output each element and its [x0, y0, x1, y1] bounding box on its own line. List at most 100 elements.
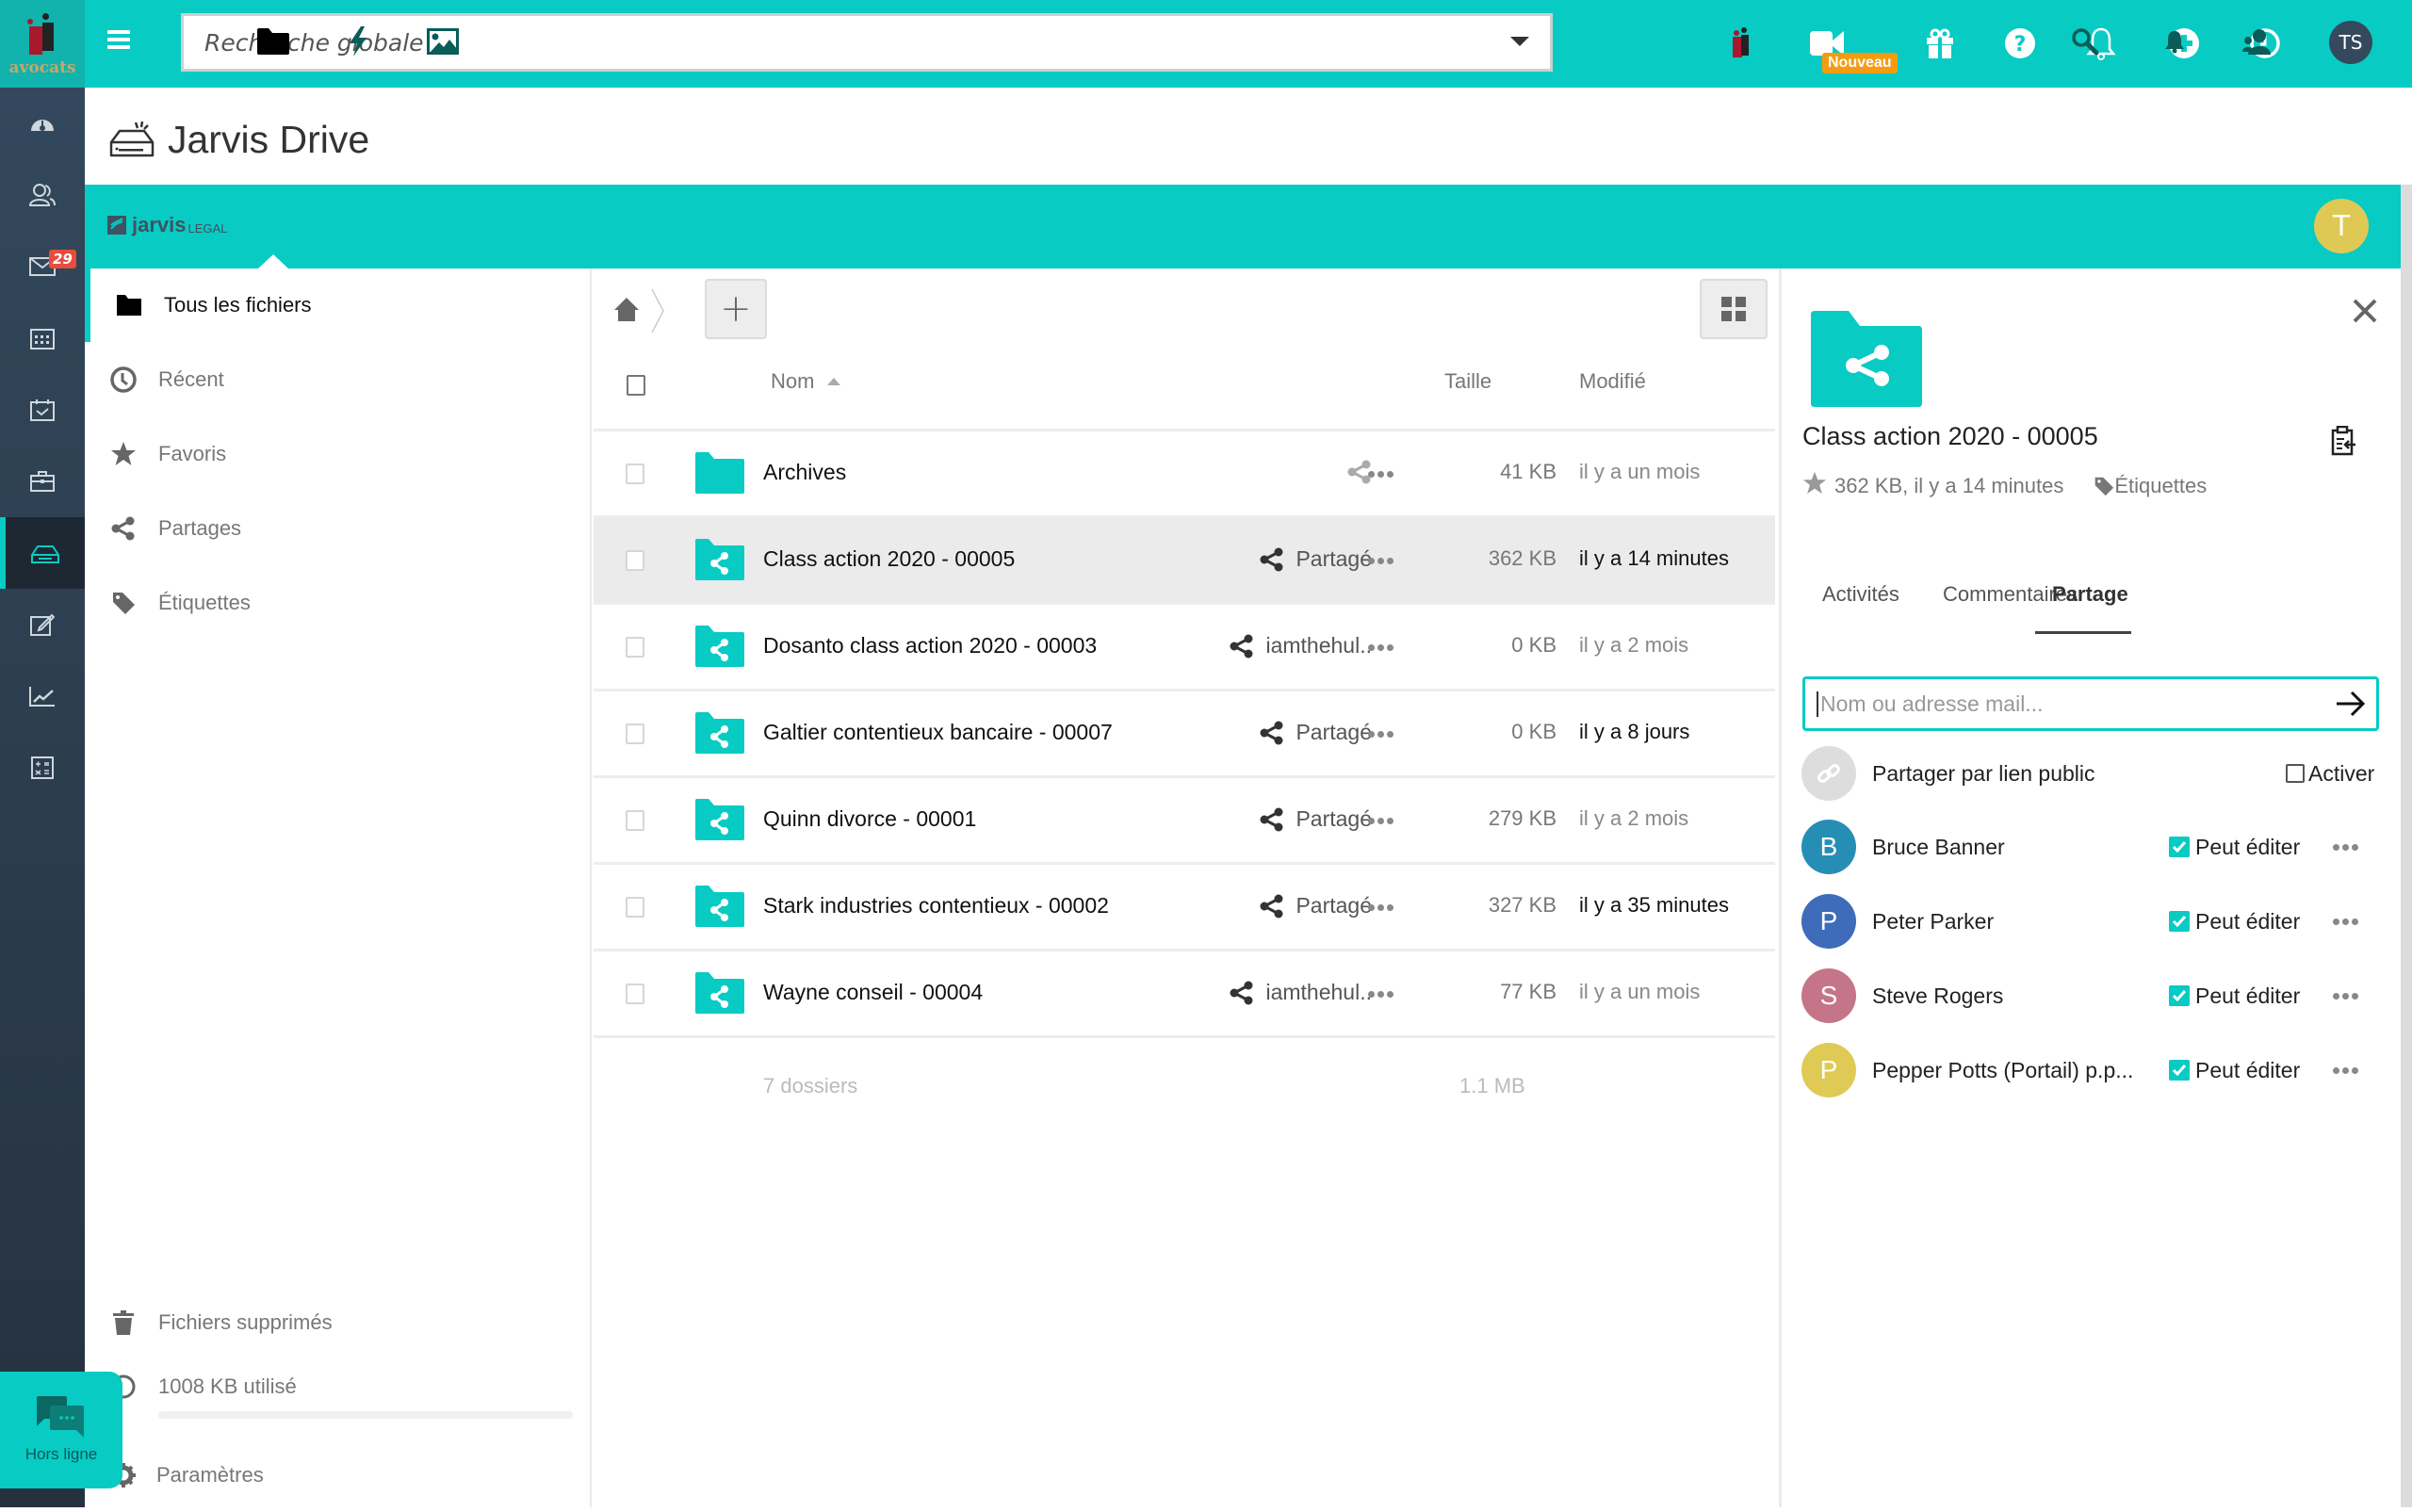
rail-item-notes[interactable] — [0, 589, 85, 660]
user-avatar[interactable]: TS — [2329, 21, 2372, 64]
page-scrollbar[interactable] — [2401, 185, 2412, 1507]
tab-sharing[interactable]: Partage — [2052, 582, 2128, 607]
sort-by-size[interactable]: Taille — [1444, 369, 1491, 394]
contacts-button[interactable] — [2241, 21, 2273, 62]
can-edit-toggle[interactable]: Peut éditer — [2169, 984, 2300, 1009]
more-actions-icon[interactable] — [1368, 818, 1394, 827]
can-edit-toggle[interactable]: Peut éditer — [2169, 835, 2300, 860]
row-checkbox[interactable] — [626, 550, 644, 571]
recipient-more-icon[interactable] — [2333, 992, 2358, 1000]
share-button[interactable]: Partagé — [1260, 806, 1372, 832]
grid-view-toggle[interactable] — [1700, 279, 1768, 339]
share-with-input[interactable] — [1817, 691, 2325, 717]
file-row[interactable]: Dosanto class action 2020 - 00003 iamtheh… — [594, 605, 1775, 691]
files-app-button[interactable] — [256, 21, 290, 62]
share-button[interactable]: iamthehul.. — [1230, 633, 1372, 658]
drive-user-avatar[interactable]: T — [2314, 199, 2369, 253]
nav-all-files[interactable]: Tous les fichiers — [85, 268, 590, 342]
more-actions-icon[interactable] — [1368, 731, 1394, 740]
checkbox-checked-icon[interactable] — [2169, 837, 2190, 857]
select-all-checkbox[interactable] — [627, 375, 645, 396]
rail-item-billing[interactable] — [0, 732, 85, 804]
nav-trash[interactable]: Fichiers supprimés — [85, 1286, 590, 1359]
row-checkbox[interactable] — [626, 897, 644, 918]
chevron-down-icon[interactable] — [1510, 37, 1529, 46]
nav-tags[interactable]: Étiquettes — [85, 566, 590, 640]
nav-shares[interactable]: Partages — [85, 492, 590, 565]
search-button[interactable] — [2069, 21, 2101, 62]
file-name[interactable]: Stark industries contentieux - 00002 — [763, 893, 1109, 919]
row-checkbox[interactable] — [626, 637, 644, 658]
gift-icon[interactable] — [1917, 21, 1963, 66]
file-row[interactable]: Galtier contentieux bancaire - 00007 Part… — [594, 691, 1775, 778]
file-name[interactable]: Quinn divorce - 00001 — [763, 806, 976, 832]
rail-item-reports[interactable] — [0, 660, 85, 732]
share-button[interactable]: Partagé — [1260, 720, 1372, 745]
share-with-field[interactable] — [1802, 676, 2379, 731]
jarvis-legal-logo[interactable]: jarvis LEGAL — [107, 213, 227, 237]
nav-settings[interactable]: Paramètres — [85, 1439, 590, 1512]
checkbox-checked-icon[interactable] — [2169, 985, 2190, 1006]
can-edit-toggle[interactable]: Peut éditer — [2169, 1058, 2300, 1083]
sort-by-name[interactable]: Nom — [771, 369, 841, 394]
chat-widget[interactable]: Hors ligne — [0, 1372, 122, 1488]
share-button[interactable]: Partagé — [1260, 893, 1372, 919]
home-icon[interactable] — [612, 295, 641, 327]
notifications-button[interactable] — [2161, 21, 2188, 62]
share-button[interactable]: Partagé — [1260, 546, 1372, 572]
menu-toggle-button[interactable] — [107, 30, 130, 53]
more-actions-icon[interactable] — [1368, 471, 1394, 480]
tags-button[interactable]: Étiquettes — [2094, 474, 2207, 498]
file-name[interactable]: Class action 2020 - 00005 — [763, 546, 1015, 572]
gallery-app-button[interactable] — [426, 21, 460, 62]
tab-activities[interactable]: Activités — [1822, 582, 1899, 607]
rail-item-contacts[interactable] — [0, 159, 85, 231]
close-details-button[interactable] — [2346, 292, 2384, 330]
rail-item-calendar[interactable] — [0, 302, 85, 374]
rail-item-drive[interactable] — [0, 517, 85, 589]
rail-item-mail[interactable]: 29 — [0, 231, 85, 302]
public-link-checkbox[interactable] — [2286, 764, 2305, 783]
help-icon[interactable]: ? — [1997, 21, 2043, 66]
row-checkbox[interactable] — [626, 723, 644, 744]
row-checkbox[interactable] — [626, 984, 644, 1004]
more-actions-icon[interactable] — [1368, 558, 1394, 567]
row-checkbox[interactable] — [626, 810, 644, 831]
recipient-more-icon[interactable] — [2333, 918, 2358, 925]
rail-item-cases[interactable] — [0, 446, 85, 517]
nav-favorites[interactable]: Favoris — [85, 417, 590, 491]
file-name[interactable]: Dosanto class action 2020 - 00003 — [763, 633, 1097, 658]
global-search[interactable] — [181, 13, 1553, 72]
file-row[interactable]: Stark industries contentieux - 00002 Part… — [594, 865, 1775, 951]
rail-item-dashboard[interactable] — [0, 88, 85, 159]
rail-item-tasks[interactable] — [0, 374, 85, 446]
can-edit-toggle[interactable]: Peut éditer — [2169, 909, 2300, 935]
recipient-more-icon[interactable] — [2333, 1066, 2358, 1074]
checkbox-checked-icon[interactable] — [2169, 1060, 2190, 1081]
sort-by-modified[interactable]: Modifié — [1579, 369, 1646, 394]
recipient-more-icon[interactable] — [2333, 843, 2358, 851]
file-name[interactable]: Archives — [763, 460, 846, 485]
new-item-button[interactable]: + — [705, 279, 767, 339]
activity-app-button[interactable] — [345, 21, 371, 62]
public-link-toggle[interactable]: Activer — [2286, 761, 2374, 787]
checkbox-checked-icon[interactable] — [2169, 911, 2190, 932]
clipboard-icon[interactable] — [2331, 425, 2359, 458]
row-checkbox[interactable] — [626, 463, 644, 484]
file-row[interactable]: Wayne conseil - 00004 iamthehul.. 77 KB il … — [594, 951, 1775, 1038]
favorite-star-icon[interactable] — [1802, 471, 1827, 501]
file-row[interactable]: Class action 2020 - 00005 Partagé 362 KB il… — [594, 518, 1775, 605]
file-name[interactable]: Galtier contentieux bancaire - 00007 — [763, 720, 1113, 745]
more-actions-icon[interactable] — [1368, 644, 1394, 654]
share-button[interactable]: iamthehul.. — [1230, 980, 1372, 1005]
app-logo[interactable]: avocats — [0, 0, 85, 88]
more-actions-icon[interactable] — [1368, 991, 1394, 1000]
more-actions-icon[interactable] — [1368, 904, 1394, 914]
arrow-right-icon[interactable] — [2335, 690, 2367, 718]
nav-recent[interactable]: Récent — [85, 343, 590, 416]
global-search-input[interactable] — [204, 28, 1467, 57]
file-row[interactable]: Archives 41 KB il y a un mois — [594, 431, 1775, 518]
law-firm-icon[interactable] — [1719, 21, 1764, 66]
file-row[interactable]: Quinn divorce - 00001 Partagé 279 KB il y a… — [594, 778, 1775, 865]
file-name[interactable]: Wayne conseil - 00004 — [763, 980, 983, 1005]
